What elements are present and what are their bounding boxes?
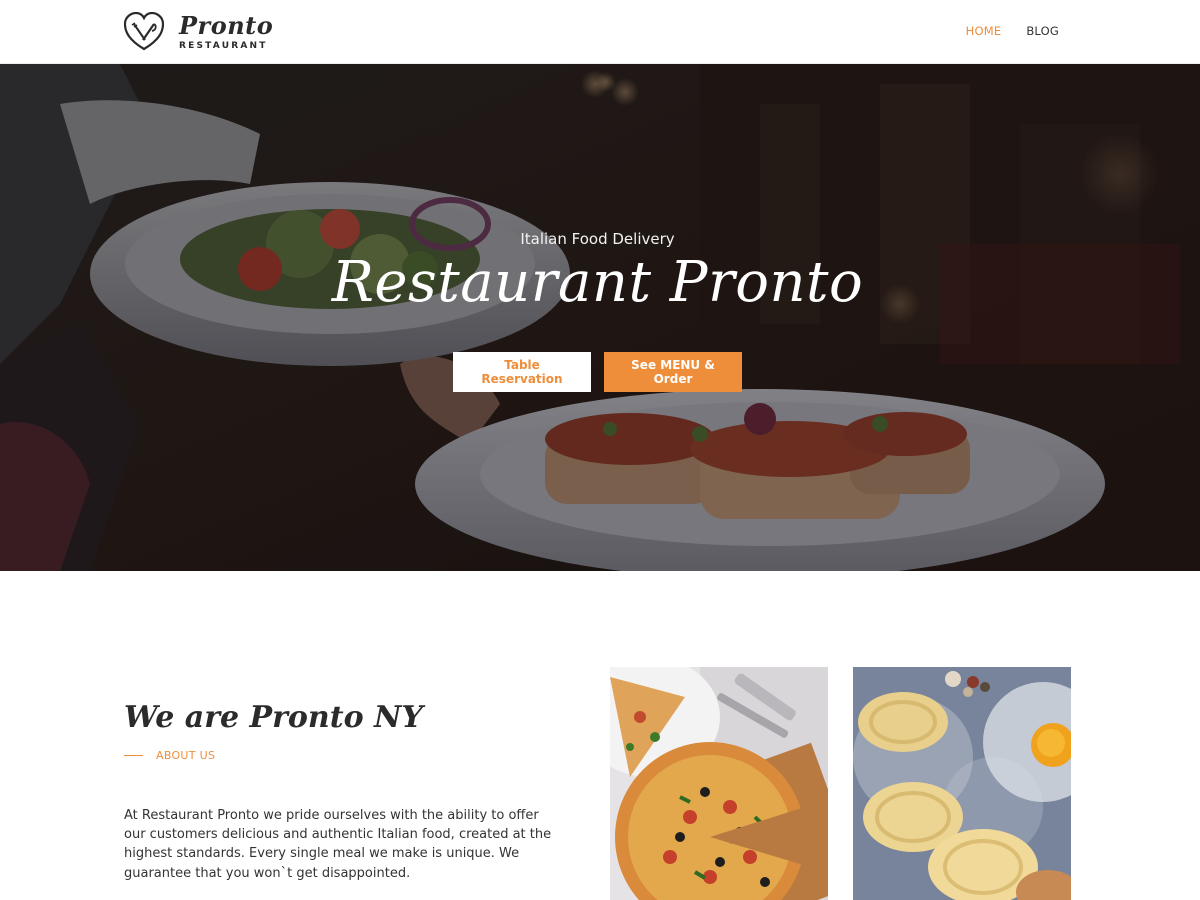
nav-item-blog[interactable]: BLOG [1026, 24, 1059, 38]
about-title: We are Pronto NY [124, 700, 423, 735]
about-us-label: ABOUT US [156, 749, 216, 762]
pasta-image [853, 667, 1071, 900]
logo-text: Pronto RESTAURANT [179, 10, 274, 51]
see-menu-order-button[interactable]: See MENU & Order [604, 352, 742, 392]
about-label: ABOUT US [124, 749, 215, 762]
logo-subtitle: RESTAURANT [179, 40, 268, 51]
hero-title: Restaurant Pronto [331, 250, 864, 315]
about-body-text: At Restaurant Pronto we pride ourselves … [124, 808, 552, 881]
site-header: Pronto RESTAURANT HOME BLOG [0, 0, 1200, 64]
logo[interactable]: Pronto RESTAURANT [123, 12, 273, 52]
pasta-photo [853, 667, 1071, 900]
hero-buttons: Table Reservation See MENU & Order [453, 352, 742, 392]
pizza-image [610, 667, 828, 900]
fork-knife-heart-icon [123, 12, 165, 51]
table-reservation-button[interactable]: Table Reservation [453, 352, 591, 392]
main-nav: HOME BLOG [966, 24, 1059, 38]
logo-name: Pronto [179, 10, 274, 40]
nav-item-home[interactable]: HOME [966, 24, 1002, 38]
hero-content: Italian Food Delivery Restaurant Pronto … [0, 64, 1200, 571]
accent-divider [124, 755, 143, 756]
hero-banner: Italian Food Delivery Restaurant Pronto … [0, 64, 1200, 571]
hero-subtitle: Italian Food Delivery [520, 230, 675, 248]
pizza-photo [610, 667, 828, 900]
